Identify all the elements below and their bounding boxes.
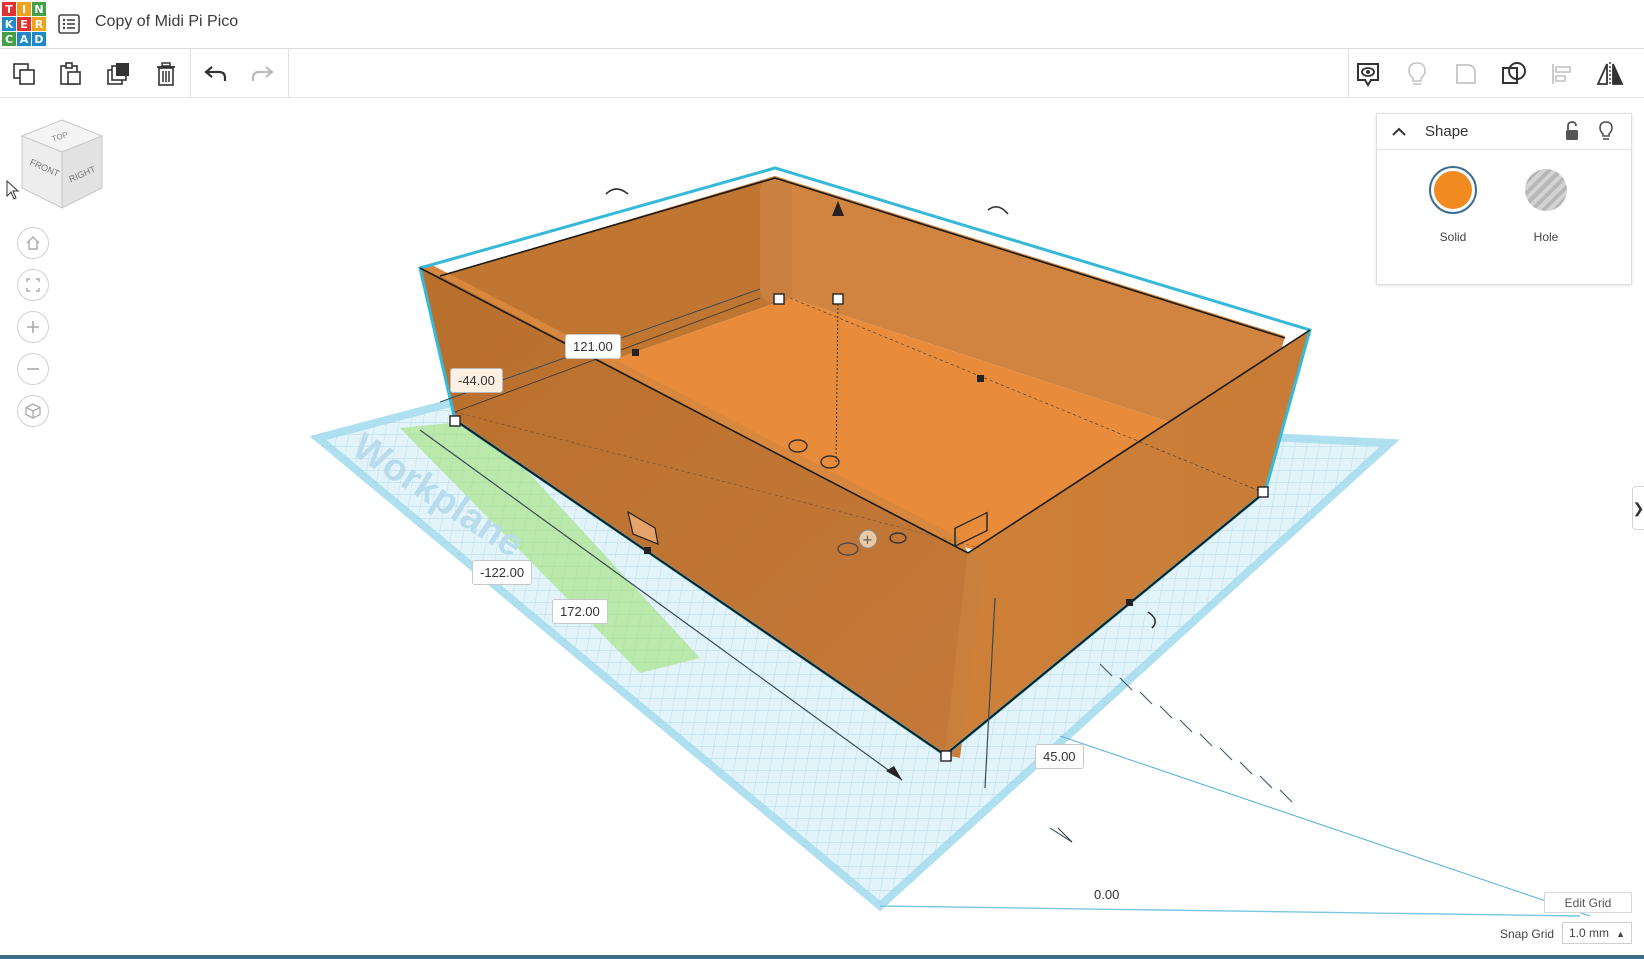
- hole-swatch[interactable]: [1525, 169, 1567, 211]
- shape-panel-header: Shape: [1377, 114, 1631, 150]
- document-title[interactable]: Copy of Midi Pi Pico: [95, 13, 238, 31]
- notes-button[interactable]: [1352, 58, 1384, 90]
- snap-grid-label: Snap Grid: [1500, 927, 1555, 941]
- duplicate-icon: [107, 63, 129, 85]
- logo-letter: K: [2, 17, 16, 31]
- ungroup-button[interactable]: [1498, 58, 1530, 90]
- plus-icon: [27, 321, 39, 333]
- y-offset-dimension-input[interactable]: -44.00: [450, 368, 503, 393]
- cube-icon: [25, 403, 41, 419]
- redo-icon: [251, 66, 274, 81]
- duplicate-button[interactable]: [102, 58, 134, 90]
- title-bar: TIN KER CAD Copy of Midi Pi Pico: [0, 0, 1644, 49]
- height-dimension-input[interactable]: 45.00: [1035, 744, 1084, 769]
- delete-button[interactable]: [150, 58, 182, 90]
- logo-letter: C: [2, 32, 16, 46]
- trash-icon: [157, 62, 175, 86]
- fit-view-button[interactable]: [17, 269, 49, 301]
- align-icon: [1552, 64, 1571, 84]
- logo-letter: D: [32, 32, 46, 46]
- tinkercad-logo[interactable]: TIN KER CAD: [2, 2, 46, 46]
- solid-label: Solid: [1439, 230, 1467, 244]
- shape-panel-title: Shape: [1425, 123, 1469, 140]
- status-strip: [0, 955, 1644, 959]
- view-cube[interactable]: TOP FRONT RIGHT: [18, 118, 106, 210]
- caret-up-icon: ▲: [1616, 929, 1625, 939]
- logo-letter: A: [17, 32, 31, 46]
- fit-icon: [26, 278, 40, 292]
- design-list-icon[interactable]: [58, 13, 80, 35]
- edit-grid-button[interactable]: Edit Grid: [1544, 892, 1632, 913]
- 3d-viewport[interactable]: Workplane + TOP FRONT RIGHT 121.00 -44.0…: [0, 98, 1644, 959]
- svg-text:+: +: [862, 533, 873, 548]
- snap-grid-value: 1.0 mm: [1569, 926, 1610, 940]
- hole-label: Hole: [1533, 230, 1559, 244]
- show-all-button[interactable]: [1401, 58, 1433, 90]
- home-view-button[interactable]: [17, 227, 49, 259]
- logo-letter: N: [32, 2, 46, 16]
- length-dimension-input[interactable]: 172.00: [552, 599, 608, 624]
- zoom-out-button[interactable]: [17, 353, 49, 385]
- x-offset-dimension-input[interactable]: -122.00: [472, 560, 533, 585]
- group-button[interactable]: [1450, 58, 1482, 90]
- perspective-button[interactable]: [17, 395, 49, 427]
- mirror-icon: [1596, 62, 1624, 86]
- logo-letter: I: [17, 2, 31, 16]
- logo-letter: E: [17, 17, 31, 31]
- logo-letter: T: [2, 2, 16, 16]
- main-toolbar: [0, 49, 1644, 98]
- copy-button[interactable]: [8, 58, 40, 90]
- eye-bubble-icon: [1357, 63, 1379, 87]
- panel-expand-tab[interactable]: ❯: [1632, 486, 1644, 530]
- minus-icon: [27, 368, 39, 370]
- paste-icon: [60, 62, 81, 85]
- snap-grid-select[interactable]: 1.0 mm ▲: [1562, 922, 1632, 944]
- chevron-up-icon[interactable]: [1389, 122, 1409, 142]
- undo-button[interactable]: [200, 58, 232, 90]
- mouse-cursor-icon: [6, 180, 20, 200]
- bulb-icon: [1408, 62, 1426, 85]
- logo-letter: R: [32, 17, 46, 31]
- unlock-icon[interactable]: [1561, 120, 1583, 142]
- shape-inspector-panel: Shape Solid Hole: [1376, 113, 1632, 285]
- bulb-icon[interactable]: [1595, 120, 1617, 142]
- align-button[interactable]: [1546, 58, 1578, 90]
- mirror-button[interactable]: [1594, 58, 1626, 90]
- elevation-dimension-input[interactable]: 0.00: [1087, 883, 1126, 906]
- solid-color-swatch[interactable]: [1429, 166, 1477, 214]
- ungroup-icon: [1502, 62, 1526, 84]
- redo-button[interactable]: [246, 58, 278, 90]
- home-icon: [26, 236, 40, 250]
- undo-icon: [204, 66, 227, 81]
- group-icon: [1456, 64, 1476, 84]
- enclosure-shape[interactable]: +: [418, 166, 1312, 758]
- paste-button[interactable]: [54, 58, 86, 90]
- width-dimension-input[interactable]: 121.00: [565, 334, 621, 359]
- copy-icon: [13, 63, 35, 85]
- zoom-in-button[interactable]: [17, 311, 49, 343]
